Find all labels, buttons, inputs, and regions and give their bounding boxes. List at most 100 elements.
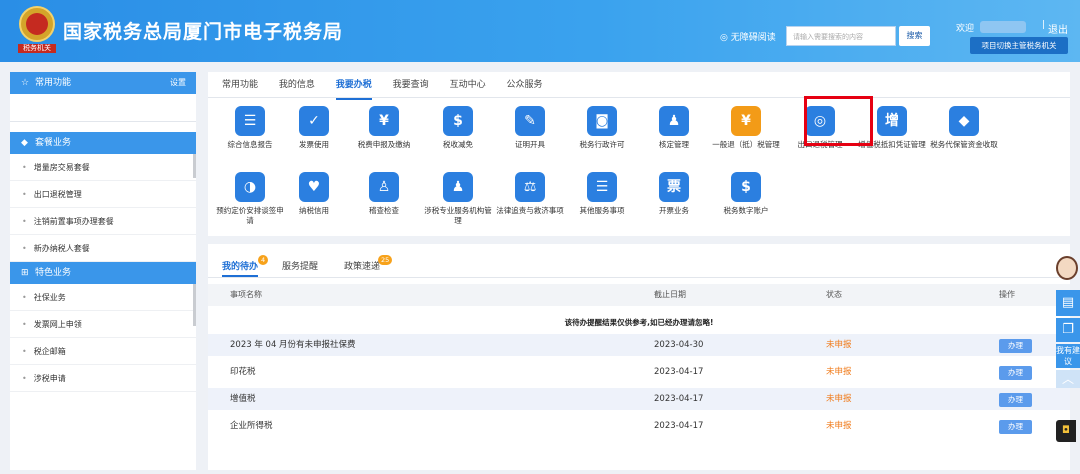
- main-tabs: 常用功能 我的信息 我要办税 我要查询 互动中心 公众服务: [208, 72, 1070, 100]
- tab-public-service[interactable]: 公众服务: [506, 72, 542, 98]
- search-button[interactable]: 搜索: [899, 26, 930, 46]
- tab-query[interactable]: 我要查询: [393, 72, 429, 98]
- law-icon: ⚖: [515, 172, 545, 202]
- inspection-icon: ♙: [369, 172, 399, 202]
- icon-glyph: ☰: [595, 179, 609, 195]
- sidebar-special-header[interactable]: ⊞ 特色业务: [10, 262, 196, 284]
- tax-relief-icon: $: [443, 106, 473, 136]
- tab-interaction[interactable]: 互动中心: [450, 72, 486, 98]
- col-deadline: 截止日期: [654, 290, 686, 299]
- grid-icon: ⊞: [21, 268, 29, 278]
- handle-button[interactable]: 办理: [999, 393, 1032, 407]
- sidebar-common-header[interactable]: ☆ 常用功能 设置: [10, 72, 196, 94]
- service-label: 税费申报及缴纳: [357, 140, 411, 149]
- header: 税务机关 国家税务总局厦门市电子税务局 ◎ 无障碍阅读 请输入需要搜索的内容 搜…: [0, 0, 1080, 62]
- sidebar-item-package-1[interactable]: • 增量房交易套餐: [10, 154, 196, 181]
- sidebar-item-package-2[interactable]: • 出口退税管理: [10, 181, 196, 208]
- service-tax-declare[interactable]: ¥ 税费申报及缴纳: [350, 106, 418, 150]
- sidebar-item-special-3[interactable]: • 税企邮箱: [10, 338, 196, 365]
- accessibility-link[interactable]: ◎ 无障碍阅读: [720, 30, 776, 43]
- tab-my-info[interactable]: 我的信息: [279, 72, 315, 98]
- sidebar-item-label: 出口退税管理: [33, 190, 82, 199]
- star-icon: ☆: [21, 78, 30, 88]
- todo-item-deadline: 2023-04-30: [654, 340, 704, 350]
- service-label: 核定管理: [659, 140, 689, 149]
- invoice-icon: ✓: [299, 106, 329, 136]
- service-tax-relief[interactable]: $ 税收减免: [424, 106, 492, 150]
- icon-glyph: ⚖: [523, 179, 537, 195]
- icon-glyph: ✓: [308, 113, 320, 129]
- icon-glyph: ¥: [379, 113, 389, 129]
- issue-invoice-icon: 票: [659, 172, 689, 202]
- service-digital-account[interactable]: $ 税务数字账户: [712, 172, 780, 216]
- special-scrollbar[interactable]: [193, 284, 196, 326]
- handle-button[interactable]: 办理: [999, 339, 1032, 353]
- site-title: 国家税务总局厦门市电子税务局: [63, 21, 344, 43]
- sidebar-item-package-4[interactable]: • 新办纳税人套餐: [10, 235, 196, 262]
- logout-link[interactable]: 退出: [1048, 21, 1068, 36]
- report-icon: ☰: [235, 106, 265, 136]
- tax-refund-icon: ¥: [731, 106, 761, 136]
- todo-item-name: 增值税: [230, 394, 256, 404]
- certificate-icon: ✎: [515, 106, 545, 136]
- policy-count-badge: 25: [378, 255, 393, 265]
- service-certificate[interactable]: ✎ 证明开具: [496, 106, 564, 150]
- service-law[interactable]: ⚖ 法律追责与救济事项: [496, 172, 564, 216]
- service-inspection[interactable]: ♙ 稽查检查: [350, 172, 418, 216]
- icon-glyph: ✎: [524, 113, 536, 129]
- sidebar-item-special-2[interactable]: • 发票网上申领: [10, 311, 196, 338]
- settings-link[interactable]: 设置: [170, 72, 186, 94]
- scroll-top-icon[interactable]: ︿: [1056, 370, 1080, 388]
- service-credit[interactable]: ♥ 纳税信用: [280, 172, 348, 216]
- search-input[interactable]: 请输入需要搜索的内容: [786, 26, 896, 46]
- service-invoice[interactable]: ✓ 发票使用: [280, 106, 348, 150]
- service-custody-fund[interactable]: ◆ 税务代保管资金收取: [930, 106, 998, 150]
- headset-icon[interactable]: ◘: [1056, 420, 1076, 442]
- icon-glyph: ♙: [377, 179, 391, 195]
- todo-item-deadline: 2023-04-17: [654, 394, 704, 404]
- tab-common[interactable]: 常用功能: [222, 72, 258, 98]
- service-label: 税务代保管资金收取: [930, 140, 998, 149]
- sidebar-item-special-4[interactable]: • 涉税申请: [10, 365, 196, 392]
- sidebar-item-label: 新办纳税人套餐: [33, 244, 90, 253]
- icon-glyph: ♟: [667, 113, 681, 129]
- handle-button[interactable]: 办理: [999, 366, 1032, 380]
- tab-service-reminder[interactable]: 服务提醒: [282, 259, 318, 272]
- assistant-avatar[interactable]: [1056, 256, 1080, 286]
- icon-glyph: ¥: [741, 113, 751, 129]
- service-issue-invoice[interactable]: 票开票业务: [640, 172, 708, 216]
- permit-icon: ◙: [587, 106, 617, 136]
- sidebar-item-special-1[interactable]: • 社保业务: [10, 284, 196, 311]
- service-label: 综合信息报告: [227, 140, 273, 149]
- todo-panel: 我的待办 4 服务提醒 政策速递 25 事项名称 截止日期 状态 操作 该待办提…: [208, 244, 1070, 470]
- todo-note: 该待办提醒结果仅供参考,如已经办理请忽略!: [564, 318, 714, 327]
- package-scrollbar[interactable]: [193, 154, 196, 178]
- col-status: 状态: [826, 290, 842, 299]
- service-label: 证明开具: [515, 140, 545, 149]
- highlight-box: [804, 96, 873, 146]
- sidebar-item-package-3[interactable]: • 注销前置事项办理套餐: [10, 208, 196, 235]
- sidebar-item-label: 税企邮箱: [33, 347, 66, 356]
- tax-declare-icon: ¥: [369, 106, 399, 136]
- service-tax-refund[interactable]: ¥ 一般退（抵）税管理: [712, 106, 780, 150]
- service-other-service[interactable]: ☰ 其他服务事项: [568, 172, 636, 216]
- tab-policy-express[interactable]: 政策速递: [344, 259, 380, 272]
- service-permit[interactable]: ◙ 税务行政许可: [568, 106, 636, 150]
- icon-glyph: $: [453, 113, 463, 129]
- service-verify-manage[interactable]: ♟ 核定管理: [640, 106, 708, 150]
- service-agency[interactable]: ♟ 涉税专业服务机构管理: [424, 172, 492, 226]
- suggest-button[interactable]: 我有建议: [1056, 344, 1080, 368]
- table-row: 企业所得税 2023-04-17 未申报 办理: [208, 415, 1070, 437]
- tab-my-todo[interactable]: 我的待办: [222, 259, 259, 277]
- service-report[interactable]: ☰ 综合信息报告: [216, 106, 284, 150]
- switch-org-button[interactable]: 项目切换主管税务机关: [970, 37, 1068, 54]
- tab-tax-handling[interactable]: 我要办税: [335, 72, 372, 100]
- icon-glyph: ☰: [243, 113, 257, 129]
- sidebar-package-header[interactable]: ◆ 套餐业务: [10, 132, 196, 154]
- service-pricing[interactable]: ◑ 预约定价安排谈签申请: [216, 172, 284, 226]
- document-icon[interactable]: ▤: [1056, 290, 1080, 316]
- copy-icon[interactable]: ❐: [1056, 318, 1080, 342]
- custody-fund-icon: ◆: [949, 106, 979, 136]
- todo-tabs: 我的待办 4 服务提醒 政策速递 25: [208, 244, 1070, 278]
- handle-button[interactable]: 办理: [999, 420, 1032, 434]
